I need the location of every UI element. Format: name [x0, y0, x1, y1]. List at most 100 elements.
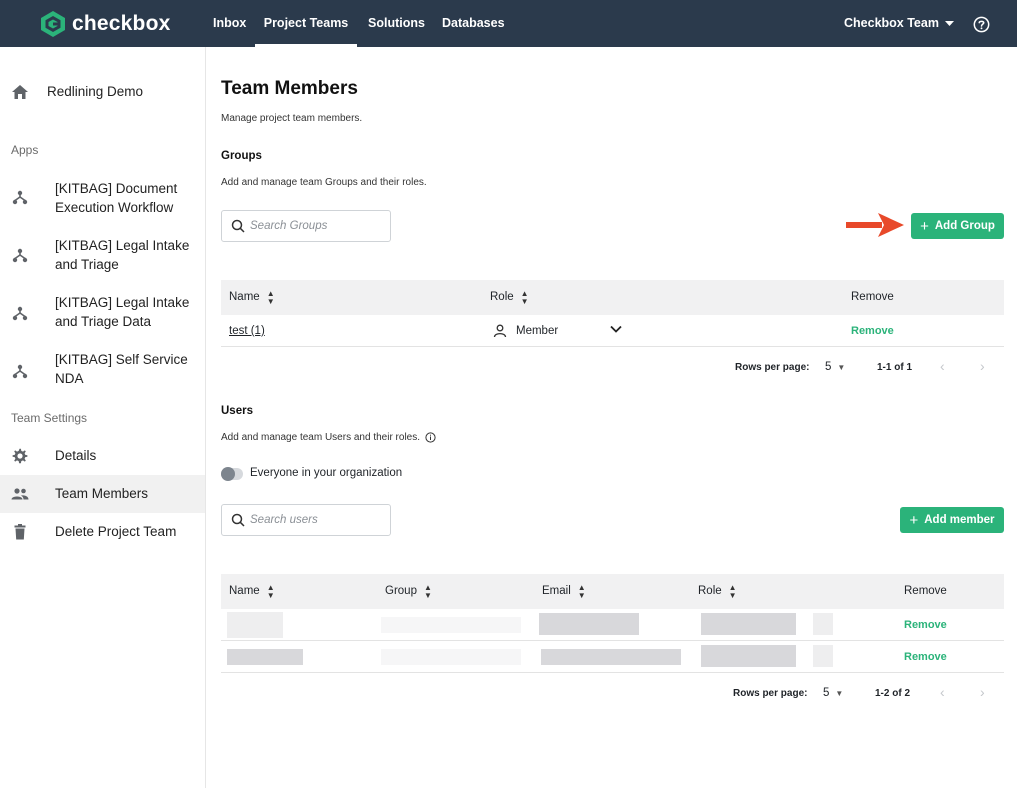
redacted-group — [381, 649, 521, 665]
team-select-dropdown[interactable]: Checkbox Team — [844, 0, 954, 47]
users-col-name[interactable]: Name ▲ ▼ — [229, 574, 275, 609]
logo-text: checkbox — [72, 12, 171, 35]
sidebar-item-label: Details — [55, 448, 97, 463]
search-icon — [231, 513, 245, 527]
groups-col-remove: Remove — [851, 291, 894, 303]
chevron-left-icon[interactable]: ‹ — [940, 684, 945, 700]
team-select-label: Checkbox Team — [844, 16, 939, 30]
nav-inbox[interactable]: Inbox — [213, 0, 246, 47]
search-icon — [231, 219, 245, 233]
column-label: Role — [490, 291, 514, 303]
user-remove-button[interactable]: Remove — [904, 609, 947, 641]
people-icon — [11, 488, 29, 500]
users-col-email[interactable]: Email ▲ ▼ — [542, 574, 586, 609]
groups-rows-per-page-select[interactable]: 5 ▼ — [825, 361, 845, 373]
redacted-email — [541, 649, 681, 665]
sidebar-item-label: Team Members — [55, 486, 149, 501]
chevron-right-icon[interactable]: › — [980, 358, 985, 374]
redacted-role — [701, 645, 796, 667]
users-search-input[interactable] — [250, 511, 380, 529]
sidebar-section-team-settings: Team Settings — [11, 411, 88, 425]
info-icon[interactable] — [425, 432, 436, 443]
groups-col-role[interactable]: Role ▲ ▼ — [490, 280, 529, 315]
everyone-toggle[interactable] — [221, 467, 243, 481]
sidebar-section-apps: Apps — [11, 143, 39, 157]
redacted-group — [381, 617, 521, 633]
toggle-knob — [221, 467, 235, 481]
add-group-button[interactable]: + Add Group — [911, 213, 1004, 239]
add-member-button[interactable]: + Add member — [900, 507, 1004, 533]
top-navigation-bar: checkbox Inbox Project Teams Solutions D… — [0, 0, 1017, 47]
groups-rows-per-page-label: Rows per page: — [735, 362, 810, 373]
chevron-left-icon[interactable]: ‹ — [940, 358, 945, 374]
groups-search-input[interactable] — [250, 217, 380, 235]
group-role-value: Member — [516, 325, 559, 337]
chevron-down-icon[interactable] — [610, 325, 622, 334]
sidebar-item-app[interactable]: [KITBAG] Legal Intake and Triage Data — [0, 288, 205, 338]
users-rows-per-page-label: Rows per page: — [733, 688, 808, 699]
sidebar-item-app[interactable]: [KITBAG] Document Execution Workflow — [0, 172, 205, 222]
sidebar-item-label: [KITBAG] Legal Intake and Triage Data — [55, 295, 190, 329]
users-col-role[interactable]: Role ▲ ▼ — [698, 574, 737, 609]
workflow-icon — [12, 306, 28, 321]
gear-icon — [12, 448, 28, 464]
column-label: Name — [229, 291, 260, 303]
groups-col-name[interactable]: Name ▲ ▼ — [229, 280, 275, 315]
groups-description: Add and manage team Groups and their rol… — [221, 177, 427, 188]
nav-solutions[interactable]: Solutions — [368, 0, 425, 47]
sidebar-item-label: [KITBAG] Document Execution Workflow — [55, 181, 178, 215]
caret-down-icon: ▼ — [835, 688, 844, 698]
groups-pagination-range: 1-1 of 1 — [877, 362, 913, 373]
sidebar-item-label: Redlining Demo — [47, 84, 144, 99]
users-rows-per-page-select[interactable]: 5 ▼ — [823, 687, 843, 699]
sidebar-item-app[interactable]: [KITBAG] Self Service NDA — [0, 346, 205, 396]
redacted-name — [227, 612, 283, 638]
red-arrow-annotation — [846, 213, 904, 237]
users-search-box[interactable] — [221, 504, 391, 536]
chevron-right-icon[interactable]: › — [980, 684, 985, 700]
rows-per-page-value: 5 — [823, 687, 830, 699]
sort-icon: ▲ ▼ — [577, 582, 586, 600]
users-col-group[interactable]: Group ▲ ▼ — [385, 574, 432, 609]
sidebar-item-delete-project-team[interactable]: Delete Project Team — [0, 513, 205, 551]
sidebar-item-details[interactable]: Details — [0, 437, 205, 475]
workflow-icon — [12, 248, 28, 263]
sidebar-item-label: [KITBAG] Self Service NDA — [55, 352, 188, 386]
redacted-role-select — [813, 645, 833, 667]
nav-databases[interactable]: Databases — [442, 0, 505, 47]
sidebar: Redlining Demo Apps [KITBAG] Document Ex… — [0, 47, 206, 788]
column-label: Group — [385, 585, 417, 597]
table-row: Remove — [221, 609, 1004, 641]
person-icon — [493, 324, 507, 338]
question-circle-icon[interactable] — [973, 16, 990, 33]
checkbox-logo-icon — [41, 11, 65, 37]
sidebar-item-app[interactable]: [KITBAG] Legal Intake and Triage — [0, 230, 205, 280]
table-row: test (1) Member Remove — [221, 315, 1004, 347]
users-pagination-range: 1-2 of 2 — [875, 688, 911, 699]
groups-heading: Groups — [221, 150, 262, 162]
trash-icon — [14, 524, 26, 540]
users-heading: Users — [221, 405, 253, 417]
nav-project-teams[interactable]: Project Teams — [255, 0, 357, 47]
sort-icon: ▲ ▼ — [266, 288, 275, 306]
sidebar-item-team-members[interactable]: Team Members — [0, 475, 205, 513]
groups-search-box[interactable] — [221, 210, 391, 242]
sort-icon: ▲ ▼ — [728, 582, 737, 600]
checkbox-logo[interactable]: checkbox — [40, 10, 170, 38]
users-table-header: Name ▲ ▼ Group ▲ ▼ Email ▲ ▼ Role ▲ ▼ Remove — [221, 574, 1004, 609]
column-label: Role — [698, 585, 722, 597]
redacted-role — [701, 613, 796, 635]
group-name-link[interactable]: test (1) — [229, 315, 265, 347]
redacted-email — [539, 613, 639, 635]
caret-down-icon: ▼ — [837, 362, 846, 372]
group-remove-button[interactable]: Remove — [851, 315, 894, 347]
sidebar-item-project-home[interactable]: Redlining Demo — [0, 72, 205, 112]
home-icon — [12, 85, 28, 99]
user-remove-button[interactable]: Remove — [904, 641, 947, 673]
workflow-icon — [12, 364, 28, 379]
users-col-remove: Remove — [904, 585, 947, 597]
column-label: Email — [542, 585, 571, 597]
add-group-label: Add Group — [934, 220, 995, 232]
sort-icon: ▲ ▼ — [520, 288, 529, 306]
sort-icon: ▲ ▼ — [266, 582, 275, 600]
